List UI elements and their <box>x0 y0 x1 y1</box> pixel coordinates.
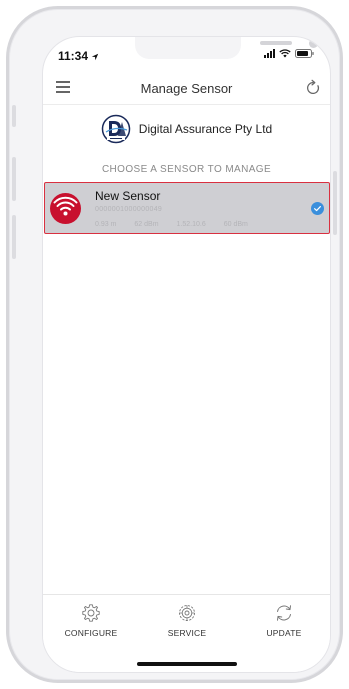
organization-name: Digital Assurance Pty Ltd <box>138 122 273 136</box>
sensor-stat-rssi: 60 dBm <box>223 221 248 228</box>
sensor-stat-distance: 0.93 m <box>95 221 117 228</box>
sensor-list-item[interactable]: New Sensor 0000001000000049 0.93 m 62 dB… <box>44 182 330 234</box>
battery-icon <box>295 49 314 58</box>
sensor-stat-version: 1.52.10.6 <box>176 221 206 228</box>
page-title: Manage Sensor <box>140 81 233 96</box>
gear-icon <box>82 604 100 622</box>
tab-update[interactable]: UPDATE <box>236 603 330 638</box>
bottom-tab-bar: CONFIGURE SERVICE UPDATE <box>43 594 330 672</box>
section-label: CHOOSE A SENSOR TO MANAGE <box>101 164 272 175</box>
status-time-text: 11:34 <box>58 49 89 63</box>
phone-frame: 11:34 Manage Sensor Digital Assurance Pt… <box>6 6 343 683</box>
nav-bar: Manage Sensor <box>43 71 330 105</box>
wifi-sensor-icon <box>50 193 81 224</box>
checkmark-icon <box>311 202 324 215</box>
sensor-stats: 0.93 m 62 dBm 1.52.10.6 60 dBm <box>95 221 248 228</box>
tab-configure-label: CONFIGURE <box>64 628 118 638</box>
da-logo-icon <box>101 114 131 144</box>
tab-configure[interactable]: CONFIGURE <box>43 603 139 638</box>
sensor-stat-signal: 62 dBm <box>134 221 159 228</box>
sensor-name: New Sensor <box>95 189 161 203</box>
sync-icon <box>277 605 291 621</box>
tab-update-label: UPDATE <box>266 628 302 638</box>
home-indicator <box>137 662 237 666</box>
location-arrow-icon <box>92 53 99 61</box>
app-screen: 11:34 Manage Sensor Digital Assurance Pt… <box>42 36 331 673</box>
volume-down-button <box>12 215 16 259</box>
organization-header: Digital Assurance Pty Ltd <box>43 113 330 145</box>
tab-service[interactable]: SERVICE <box>139 603 235 638</box>
service-cog-icon <box>179 605 195 621</box>
status-bar: 11:34 <box>43 37 330 67</box>
power-button <box>333 171 337 235</box>
wifi-icon <box>279 49 291 58</box>
mute-switch <box>12 105 16 127</box>
volume-up-button <box>12 157 16 201</box>
refresh-icon[interactable] <box>304 79 322 97</box>
sensor-id: 0000001000000049 <box>95 206 163 213</box>
status-icons <box>264 49 314 58</box>
cellular-signal-icon <box>264 49 275 58</box>
status-time: 11:34 <box>58 49 99 63</box>
tab-service-label: SERVICE <box>167 628 207 638</box>
